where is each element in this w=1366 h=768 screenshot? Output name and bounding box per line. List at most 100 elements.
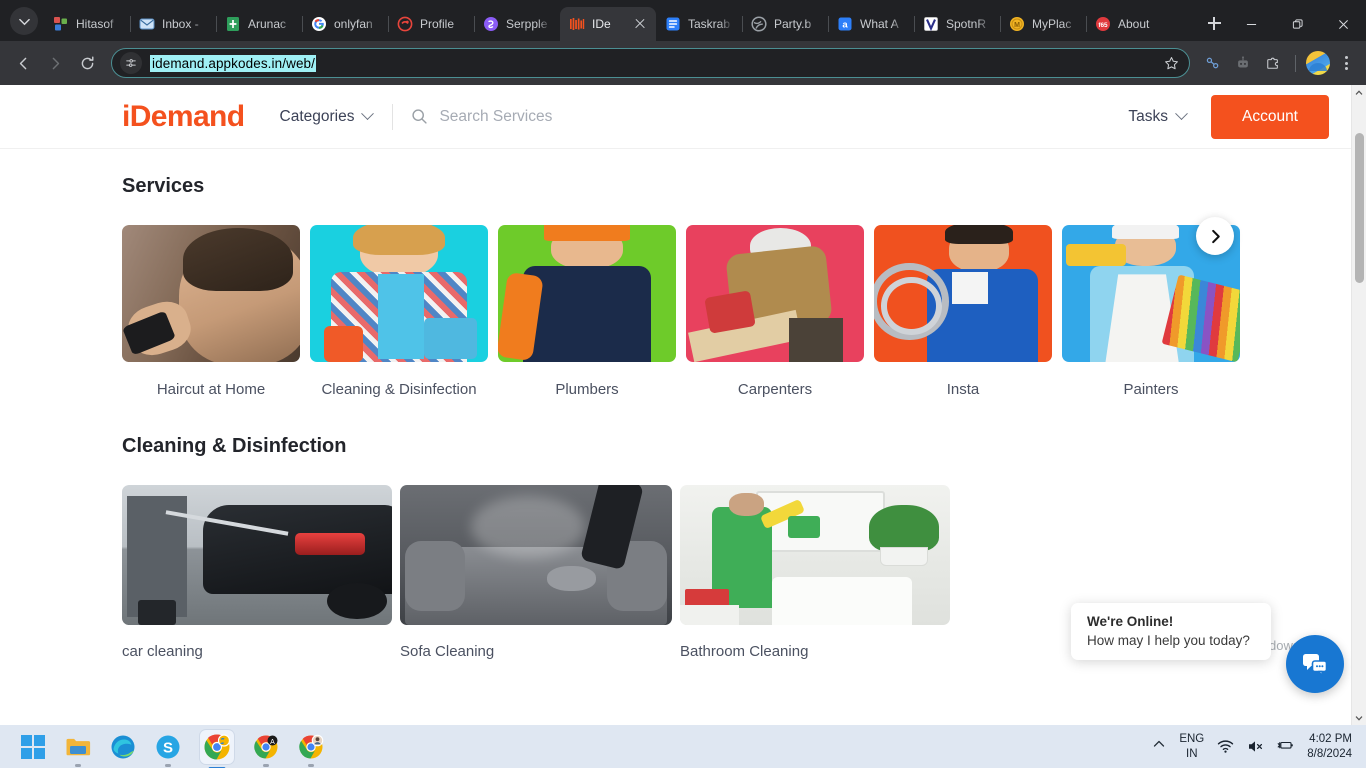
file-explorer-icon[interactable] <box>65 734 91 760</box>
browser-tab[interactable]: Arunac <box>216 7 302 41</box>
back-button[interactable] <box>8 48 38 78</box>
cleaning-image[interactable] <box>122 485 392 625</box>
close-icon[interactable] <box>1320 7 1366 41</box>
svg-text:a: a <box>842 20 848 31</box>
clock-time: 4:02 PM <box>1307 732 1352 747</box>
scroll-up-icon[interactable] <box>1352 85 1366 100</box>
browser-tab[interactable]: onlyfan <box>302 7 388 41</box>
scroll-down-icon[interactable] <box>1352 710 1366 725</box>
running-indicator <box>308 764 314 767</box>
service-image[interactable] <box>310 225 488 362</box>
browser-tab[interactable]: Hitasof <box>44 7 130 41</box>
cleaning-image[interactable] <box>680 485 950 625</box>
service-image[interactable] <box>686 225 864 362</box>
cleaning-card[interactable]: Sofa Cleaning <box>400 485 672 660</box>
categories-dropdown[interactable]: Categories <box>280 108 373 126</box>
robot-icon[interactable] <box>1229 49 1257 77</box>
tab-title: Hitasof <box>76 17 121 31</box>
browser-tab[interactable]: Party.b <box>742 7 828 41</box>
bookmark-star-icon[interactable] <box>1159 51 1183 75</box>
browser-tab[interactable]: f65About <box>1086 7 1172 41</box>
new-tab-button[interactable] <box>1200 9 1228 37</box>
carousel-next-button[interactable] <box>1196 217 1234 255</box>
car-wash-photo <box>122 485 392 625</box>
service-label: Haircut at Home <box>122 381 300 398</box>
wifi-icon[interactable] <box>1217 738 1234 755</box>
reload-button[interactable] <box>72 48 102 78</box>
service-card[interactable]: Insta <box>874 225 1052 398</box>
service-card[interactable]: Cleaning & Disinfection <box>310 225 488 398</box>
serpple-icon <box>483 16 499 32</box>
cleaning-woman-photo <box>310 225 488 362</box>
profile-avatar[interactable] <box>1304 49 1332 77</box>
browser-tab[interactable]: Taskrab <box>656 7 742 41</box>
window-controls <box>1228 7 1366 41</box>
service-card[interactable]: Carpenters <box>686 225 864 398</box>
clock[interactable]: 4:02 PM 8/8/2024 <box>1307 732 1352 762</box>
browser-tab[interactable]: Profile <box>388 7 474 41</box>
tab-close-icon[interactable] <box>633 17 647 31</box>
browser-tab[interactable]: IDe <box>560 7 656 41</box>
search-input[interactable] <box>439 108 739 126</box>
service-image[interactable] <box>498 225 676 362</box>
chat-status-text: We're Online! <box>1087 614 1255 629</box>
cleaning-image[interactable] <box>400 485 672 625</box>
browser-tab[interactable]: MMyPlac <box>1000 7 1086 41</box>
browser-tab[interactable]: a What A <box>828 7 914 41</box>
service-card[interactable]: Plumbers <box>498 225 676 398</box>
restore-icon[interactable] <box>1274 7 1320 41</box>
browser-tab[interactable]: Serpple <box>474 7 560 41</box>
chrome-profile-user-icon[interactable] <box>298 734 324 760</box>
tab-title: What A <box>860 17 905 31</box>
tab-list: Hitasof Inbox - Arunac onlyfan Profile Serppl… <box>44 0 1194 41</box>
microsoft-edge-icon[interactable] <box>110 734 136 760</box>
service-image[interactable] <box>122 225 300 362</box>
chrome-active-icon[interactable] <box>200 730 234 764</box>
site-logo[interactable]: iDemand <box>122 100 245 134</box>
tab-title: Profile <box>420 17 465 31</box>
browser-tab[interactable]: SpotnR <box>914 7 1000 41</box>
language-indicator[interactable]: ENG IN <box>1179 732 1204 761</box>
browser-tab[interactable]: Inbox - <box>130 7 216 41</box>
running-indicator <box>263 764 269 767</box>
site-settings-icon[interactable] <box>120 52 142 74</box>
chat-bubbles-icon[interactable] <box>1286 635 1344 693</box>
browser-chrome: Hitasof Inbox - Arunac onlyfan Profile Serppl… <box>0 0 1366 85</box>
tab-title: Inbox - <box>162 17 207 31</box>
scrollbar-thumb[interactable] <box>1355 133 1364 283</box>
tray-expand-icon[interactable] <box>1152 737 1166 756</box>
service-card[interactable]: Haircut at Home <box>122 225 300 398</box>
volume-muted-icon[interactable] <box>1247 738 1264 755</box>
tab-search-icon[interactable] <box>10 7 38 35</box>
cleaning-card[interactable]: Bathroom Cleaning <box>680 485 950 660</box>
services-section: Services Haircut at HomeCleaning & Disin… <box>122 175 1351 398</box>
tab-title: MyPlac <box>1032 17 1077 31</box>
minimize-icon[interactable] <box>1228 7 1274 41</box>
categories-label: Categories <box>280 108 355 126</box>
taskbar-apps: S <box>20 730 324 764</box>
skype-icon[interactable]: S <box>155 734 181 760</box>
chat-greeting-bubble[interactable]: We're Online! How may I help you today? <box>1071 603 1271 660</box>
cleaning-card[interactable]: car cleaning <box>122 485 392 660</box>
services-carousel: Haircut at Home Cleaning & Disinfection Pl… <box>122 225 1351 398</box>
tab-title: onlyfan <box>334 17 379 31</box>
account-button[interactable]: Account <box>1211 95 1329 139</box>
extensions-icon[interactable] <box>1259 49 1287 77</box>
link-share-icon[interactable] <box>1199 49 1227 77</box>
tasks-dropdown[interactable]: Tasks <box>1128 108 1186 126</box>
search-box[interactable] <box>411 108 1128 126</box>
service-image[interactable] <box>874 225 1052 362</box>
forward-button[interactable] <box>40 48 70 78</box>
battery-charging-icon[interactable] <box>1277 738 1294 755</box>
svg-text:A: A <box>270 739 275 746</box>
about-icon: f65 <box>1095 16 1111 32</box>
page-scrollbar[interactable] <box>1351 85 1366 725</box>
section-heading: Cleaning & Disinfection <box>122 435 1351 458</box>
start-button[interactable] <box>20 734 46 760</box>
address-bar[interactable]: idemand.appkodes.in/web/ <box>111 48 1190 78</box>
search-icon <box>411 108 428 125</box>
url-text[interactable]: idemand.appkodes.in/web/ <box>150 55 316 72</box>
chrome-profile-a-icon[interactable]: A <box>253 734 279 760</box>
service-label: Plumbers <box>498 381 676 398</box>
chrome-menu-icon[interactable] <box>1334 49 1358 77</box>
